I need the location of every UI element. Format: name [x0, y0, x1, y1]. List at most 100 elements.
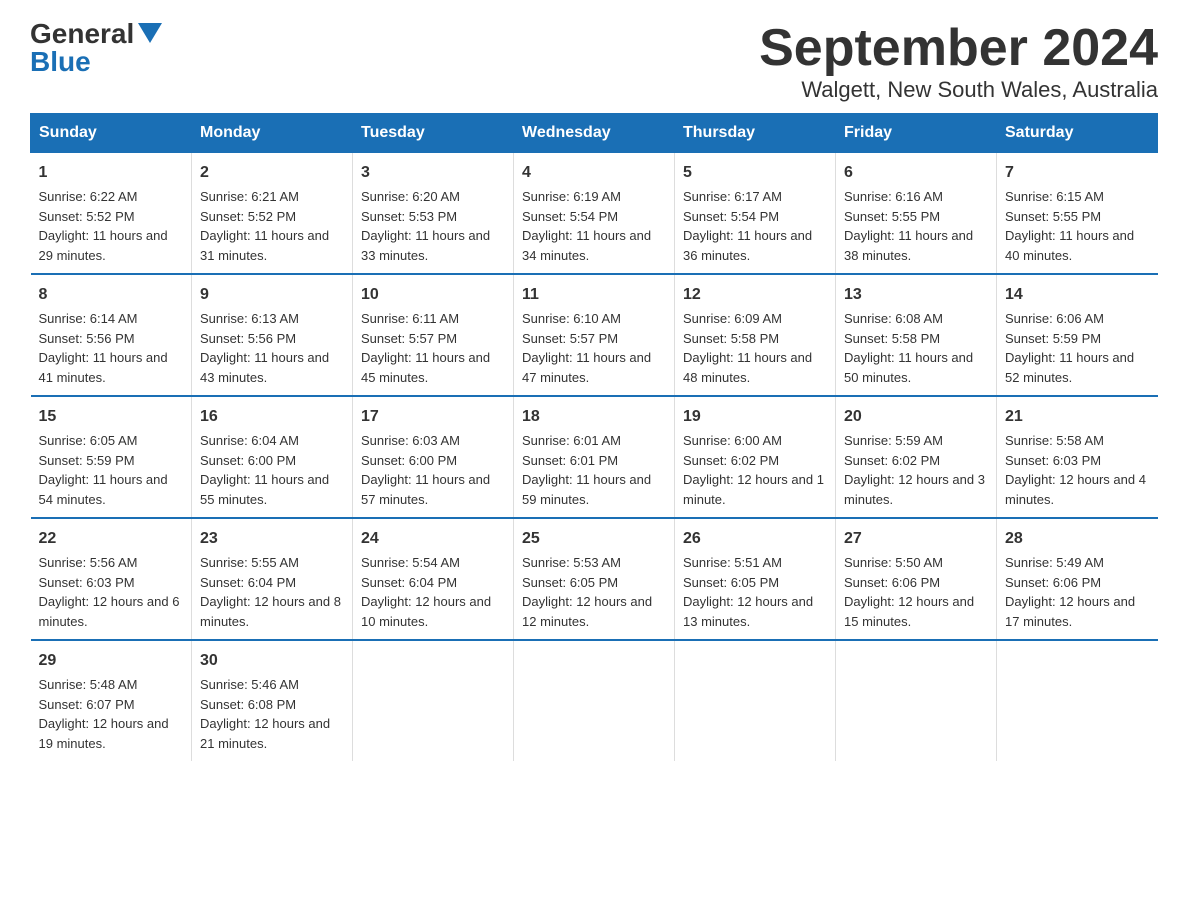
week-row-5: 29 Sunrise: 5:48 AM Sunset: 6:07 PM Dayl… [31, 640, 1158, 761]
sunrise-info: Sunrise: 6:10 AM [522, 311, 621, 326]
sunrise-info: Sunrise: 5:50 AM [844, 555, 943, 570]
daylight-info: Daylight: 11 hours and 45 minutes. [361, 350, 490, 385]
day-cell: 13 Sunrise: 6:08 AM Sunset: 5:58 PM Dayl… [836, 274, 997, 396]
daylight-info: Daylight: 11 hours and 47 minutes. [522, 350, 651, 385]
sunset-info: Sunset: 6:06 PM [1005, 575, 1101, 590]
day-cell: 4 Sunrise: 6:19 AM Sunset: 5:54 PM Dayli… [514, 153, 675, 275]
sunrise-info: Sunrise: 6:09 AM [683, 311, 782, 326]
sunrise-info: Sunrise: 6:15 AM [1005, 189, 1104, 204]
day-number: 4 [522, 161, 666, 185]
day-cell: 7 Sunrise: 6:15 AM Sunset: 5:55 PM Dayli… [997, 153, 1158, 275]
day-cell [675, 640, 836, 761]
day-number: 18 [522, 405, 666, 429]
sunset-info: Sunset: 6:00 PM [361, 453, 457, 468]
sunrise-info: Sunrise: 6:13 AM [200, 311, 299, 326]
sunrise-info: Sunrise: 6:20 AM [361, 189, 460, 204]
daylight-info: Daylight: 12 hours and 6 minutes. [39, 594, 180, 629]
daylight-info: Daylight: 11 hours and 48 minutes. [683, 350, 812, 385]
day-cell [836, 640, 997, 761]
daylight-info: Daylight: 11 hours and 43 minutes. [200, 350, 329, 385]
sunset-info: Sunset: 6:03 PM [39, 575, 135, 590]
day-number: 11 [522, 283, 666, 307]
day-cell: 30 Sunrise: 5:46 AM Sunset: 6:08 PM Dayl… [192, 640, 353, 761]
daylight-info: Daylight: 12 hours and 13 minutes. [683, 594, 813, 629]
daylight-info: Daylight: 11 hours and 31 minutes. [200, 228, 329, 263]
sunset-info: Sunset: 5:54 PM [522, 209, 618, 224]
sunset-info: Sunset: 6:00 PM [200, 453, 296, 468]
day-cell: 18 Sunrise: 6:01 AM Sunset: 6:01 PM Dayl… [514, 396, 675, 518]
header-monday: Monday [192, 114, 353, 153]
sunrise-info: Sunrise: 5:55 AM [200, 555, 299, 570]
sunrise-info: Sunrise: 5:49 AM [1005, 555, 1104, 570]
sunset-info: Sunset: 5:59 PM [1005, 331, 1101, 346]
sunrise-info: Sunrise: 6:05 AM [39, 433, 138, 448]
calendar-table: SundayMondayTuesdayWednesdayThursdayFrid… [30, 113, 1158, 761]
day-number: 2 [200, 161, 344, 185]
header-tuesday: Tuesday [353, 114, 514, 153]
sunset-info: Sunset: 6:02 PM [683, 453, 779, 468]
day-number: 17 [361, 405, 505, 429]
header-friday: Friday [836, 114, 997, 153]
day-number: 13 [844, 283, 988, 307]
sunset-info: Sunset: 5:56 PM [200, 331, 296, 346]
day-cell: 15 Sunrise: 6:05 AM Sunset: 5:59 PM Dayl… [31, 396, 192, 518]
sunrise-info: Sunrise: 5:56 AM [39, 555, 138, 570]
sunset-info: Sunset: 6:02 PM [844, 453, 940, 468]
sunset-info: Sunset: 5:58 PM [844, 331, 940, 346]
day-number: 10 [361, 283, 505, 307]
sunrise-info: Sunrise: 5:59 AM [844, 433, 943, 448]
day-cell: 27 Sunrise: 5:50 AM Sunset: 6:06 PM Dayl… [836, 518, 997, 640]
day-cell: 10 Sunrise: 6:11 AM Sunset: 5:57 PM Dayl… [353, 274, 514, 396]
header-row: SundayMondayTuesdayWednesdayThursdayFrid… [31, 114, 1158, 153]
sunrise-info: Sunrise: 5:46 AM [200, 677, 299, 692]
day-cell [997, 640, 1158, 761]
daylight-info: Daylight: 11 hours and 50 minutes. [844, 350, 973, 385]
day-number: 8 [39, 283, 184, 307]
daylight-info: Daylight: 11 hours and 38 minutes. [844, 228, 973, 263]
day-cell: 29 Sunrise: 5:48 AM Sunset: 6:07 PM Dayl… [31, 640, 192, 761]
day-number: 6 [844, 161, 988, 185]
page-header: General Blue September 2024 Walgett, New… [30, 20, 1158, 103]
sunrise-info: Sunrise: 6:22 AM [39, 189, 138, 204]
logo-triangle-icon [138, 23, 162, 43]
daylight-info: Daylight: 11 hours and 29 minutes. [39, 228, 168, 263]
day-cell: 16 Sunrise: 6:04 AM Sunset: 6:00 PM Dayl… [192, 396, 353, 518]
sunrise-info: Sunrise: 6:01 AM [522, 433, 621, 448]
day-cell: 8 Sunrise: 6:14 AM Sunset: 5:56 PM Dayli… [31, 274, 192, 396]
day-cell: 6 Sunrise: 6:16 AM Sunset: 5:55 PM Dayli… [836, 153, 997, 275]
day-cell: 21 Sunrise: 5:58 AM Sunset: 6:03 PM Dayl… [997, 396, 1158, 518]
day-number: 1 [39, 161, 184, 185]
header-saturday: Saturday [997, 114, 1158, 153]
sunrise-info: Sunrise: 6:06 AM [1005, 311, 1104, 326]
day-number: 30 [200, 649, 344, 673]
day-number: 5 [683, 161, 827, 185]
day-cell: 28 Sunrise: 5:49 AM Sunset: 6:06 PM Dayl… [997, 518, 1158, 640]
sunrise-info: Sunrise: 6:03 AM [361, 433, 460, 448]
sunset-info: Sunset: 5:54 PM [683, 209, 779, 224]
daylight-info: Daylight: 12 hours and 10 minutes. [361, 594, 491, 629]
day-cell: 19 Sunrise: 6:00 AM Sunset: 6:02 PM Dayl… [675, 396, 836, 518]
sunset-info: Sunset: 5:52 PM [200, 209, 296, 224]
daylight-info: Daylight: 11 hours and 54 minutes. [39, 472, 168, 507]
day-cell: 2 Sunrise: 6:21 AM Sunset: 5:52 PM Dayli… [192, 153, 353, 275]
sunrise-info: Sunrise: 6:08 AM [844, 311, 943, 326]
sunset-info: Sunset: 6:01 PM [522, 453, 618, 468]
sunrise-info: Sunrise: 5:48 AM [39, 677, 138, 692]
day-cell: 14 Sunrise: 6:06 AM Sunset: 5:59 PM Dayl… [997, 274, 1158, 396]
header-wednesday: Wednesday [514, 114, 675, 153]
day-number: 14 [1005, 283, 1150, 307]
day-cell: 1 Sunrise: 6:22 AM Sunset: 5:52 PM Dayli… [31, 153, 192, 275]
day-number: 22 [39, 527, 184, 551]
day-cell: 17 Sunrise: 6:03 AM Sunset: 6:00 PM Dayl… [353, 396, 514, 518]
day-number: 24 [361, 527, 505, 551]
daylight-info: Daylight: 12 hours and 15 minutes. [844, 594, 974, 629]
sunset-info: Sunset: 6:07 PM [39, 697, 135, 712]
logo-general: General [30, 20, 134, 48]
daylight-info: Daylight: 11 hours and 55 minutes. [200, 472, 329, 507]
day-cell: 22 Sunrise: 5:56 AM Sunset: 6:03 PM Dayl… [31, 518, 192, 640]
daylight-info: Daylight: 11 hours and 33 minutes. [361, 228, 490, 263]
week-row-2: 8 Sunrise: 6:14 AM Sunset: 5:56 PM Dayli… [31, 274, 1158, 396]
week-row-4: 22 Sunrise: 5:56 AM Sunset: 6:03 PM Dayl… [31, 518, 1158, 640]
sunrise-info: Sunrise: 6:17 AM [683, 189, 782, 204]
sunset-info: Sunset: 6:03 PM [1005, 453, 1101, 468]
